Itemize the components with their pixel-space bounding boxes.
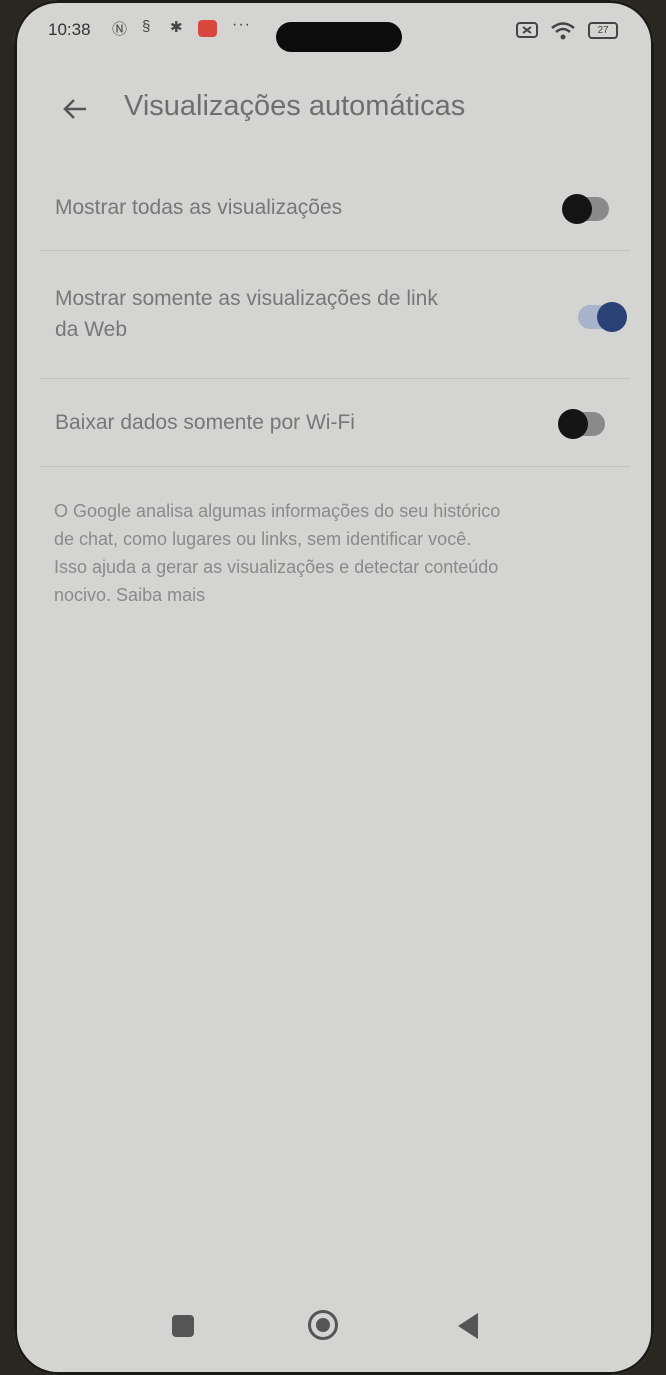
toggle-knob (562, 194, 592, 224)
divider (40, 378, 630, 379)
gear-icon: ✱ (170, 19, 183, 36)
navigation-bar (14, 1285, 654, 1375)
toggle-wifi-only[interactable] (558, 409, 605, 439)
info-line-text: nocivo. (54, 585, 117, 605)
info-line: O Google analisa algumas informações do … (54, 501, 501, 521)
setting-web-link-previews[interactable]: Mostrar somente as visualizações de link… (40, 270, 630, 364)
sim-off-icon (516, 22, 538, 43)
setting-label-line1: Mostrar somente as visualizações de link (55, 287, 438, 310)
divider (40, 250, 630, 251)
back-arrow-icon[interactable] (56, 90, 94, 128)
mail-icon (198, 20, 217, 37)
status-bar: 10:38 Ⓝ § ✱ ··· 27 (14, 0, 654, 62)
app-bar: Visualizações automáticas (14, 70, 654, 150)
learn-more-link[interactable]: Saiba mais (116, 585, 205, 605)
toggle-knob (558, 409, 588, 439)
home-button[interactable] (308, 1310, 338, 1340)
back-button[interactable] (458, 1313, 478, 1339)
info-line: Isso ajuda a gerar as visualizações e de… (54, 557, 499, 577)
setting-show-all-previews[interactable]: Mostrar todas as visualizações (40, 178, 630, 240)
setting-label: Mostrar todas as visualizações (55, 196, 343, 219)
info-text: O Google analisa algumas informações do … (54, 497, 634, 609)
setting-label: Baixar dados somente por Wi-Fi (55, 411, 355, 434)
camera-cutout (276, 22, 402, 52)
phone-screen: 10:38 Ⓝ § ✱ ··· 27 Visualizações automát… (14, 0, 654, 1375)
divider (40, 466, 630, 467)
toggle-show-all-previews[interactable] (562, 194, 609, 224)
sync-icon: § (142, 18, 151, 35)
toggle-web-link-previews[interactable] (578, 302, 627, 332)
more-notifications-icon: ··· (232, 16, 251, 33)
info-line: de chat, como lugares ou links, sem iden… (54, 529, 472, 549)
nfc-icon: Ⓝ (112, 21, 128, 38)
setting-label-line2: da Web (55, 318, 127, 341)
home-icon (316, 1318, 330, 1332)
recent-apps-button[interactable] (172, 1315, 194, 1337)
wifi-icon (550, 22, 576, 45)
battery-indicator: 27 (588, 22, 618, 39)
status-time: 10:38 (48, 20, 91, 39)
info-line: nocivo. Saiba mais (54, 581, 634, 609)
setting-wifi-only[interactable]: Baixar dados somente por Wi-Fi (40, 392, 630, 456)
toggle-knob (597, 302, 627, 332)
page-title: Visualizações automáticas (124, 90, 466, 122)
